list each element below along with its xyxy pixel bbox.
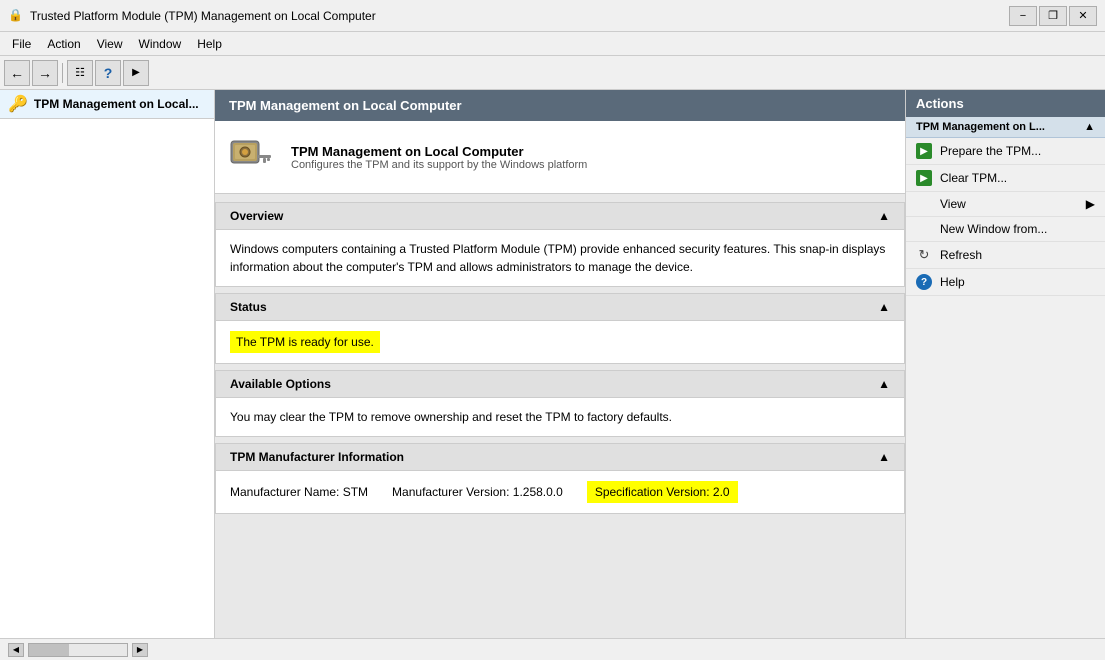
- section-overview: Overview ▲ Windows computers containing …: [215, 202, 905, 287]
- restore-button[interactable]: ❐: [1039, 6, 1067, 26]
- content-title-text: TPM Management on Local Computer Configu…: [291, 144, 587, 171]
- help-label: Help: [940, 275, 965, 289]
- options-collapse-icon: ▲: [878, 377, 890, 391]
- section-manufacturer-info: TPM Manufacturer Information ▲ Manufactu…: [215, 443, 905, 514]
- actions-subheader[interactable]: TPM Management on L... ▲: [906, 117, 1105, 138]
- menu-window[interactable]: Window: [131, 35, 190, 53]
- main-layout: 🔑 TPM Management on Local... TPM Managem…: [0, 90, 1105, 638]
- horizontal-scrollbar[interactable]: ◀ ▶: [8, 643, 148, 657]
- new-window-label: New Window from...: [940, 222, 1047, 236]
- help-icon: ?: [916, 274, 932, 290]
- title-bar: 🔒 Trusted Platform Module (TPM) Manageme…: [0, 0, 1105, 32]
- view-arrow: ▶: [1086, 197, 1095, 211]
- actions-header: Actions: [906, 90, 1105, 117]
- minimize-button[interactable]: −: [1009, 6, 1037, 26]
- toolbar-separator: [62, 63, 63, 83]
- scroll-track[interactable]: [28, 643, 128, 657]
- prepare-tpm-label: Prepare the TPM...: [940, 144, 1041, 158]
- clear-tpm-label: Clear TPM...: [940, 171, 1007, 185]
- overview-collapse-icon: ▲: [878, 209, 890, 223]
- scroll-thumb: [29, 644, 69, 656]
- manufacturer-info-header[interactable]: TPM Manufacturer Information ▲: [216, 444, 904, 471]
- status-collapse-icon: ▲: [878, 300, 890, 314]
- menu-file[interactable]: File: [4, 35, 39, 53]
- view-label: View: [940, 197, 966, 211]
- action-help[interactable]: ? Help: [906, 269, 1105, 296]
- content-header: TPM Management on Local Computer: [215, 90, 905, 121]
- view-row: View ▶: [940, 197, 1095, 211]
- content-title-block: TPM Management on Local Computer Configu…: [215, 121, 905, 194]
- actions-panel: Actions TPM Management on L... ▲ ▶ Prepa…: [905, 90, 1105, 638]
- menu-action[interactable]: Action: [39, 35, 88, 53]
- scroll-left-button[interactable]: ◀: [8, 643, 24, 657]
- section-available-options: Available Options ▲ You may clear the TP…: [215, 370, 905, 437]
- refresh-label: Refresh: [940, 248, 982, 262]
- title-bar-controls: − ❐ ✕: [1009, 6, 1097, 26]
- forward-button[interactable]: →: [32, 60, 58, 86]
- manufacturer-info-body: Manufacturer Name: STM Manufacturer Vers…: [216, 471, 904, 513]
- manufacturer-row: Manufacturer Name: STM Manufacturer Vers…: [230, 481, 890, 503]
- clear-tpm-icon: ▶: [916, 170, 932, 186]
- tpm-icon-svg: [229, 133, 277, 181]
- scroll-right-button[interactable]: ▶: [132, 643, 148, 657]
- menu-help[interactable]: Help: [189, 35, 230, 53]
- prepare-tpm-icon: ▶: [916, 143, 932, 159]
- sidebar-item-label: TPM Management on Local...: [34, 97, 199, 111]
- properties-button[interactable]: ▶: [123, 60, 149, 86]
- available-options-header[interactable]: Available Options ▲: [216, 371, 904, 398]
- show-hide-button[interactable]: ☷: [67, 60, 93, 86]
- sub-title: Configures the TPM and its support by th…: [291, 159, 587, 171]
- manufacturer-version: Manufacturer Version: 1.258.0.0: [392, 483, 563, 501]
- available-options-body: You may clear the TPM to remove ownershi…: [216, 398, 904, 436]
- manufacturer-name: Manufacturer Name: STM: [230, 483, 368, 501]
- status-text: The TPM is ready for use.: [230, 331, 380, 353]
- section-status: Status ▲ The TPM is ready for use.: [215, 293, 905, 364]
- main-title: TPM Management on Local Computer: [291, 144, 587, 159]
- actions-subheader-arrow: ▲: [1084, 121, 1095, 133]
- action-prepare-tpm[interactable]: ▶ Prepare the TPM...: [906, 138, 1105, 165]
- status-body: The TPM is ready for use.: [216, 321, 904, 363]
- menu-view[interactable]: View: [89, 35, 131, 53]
- sidebar-item-tpm[interactable]: 🔑 TPM Management on Local...: [0, 90, 214, 119]
- tpm-sidebar-icon: 🔑: [8, 94, 28, 114]
- title-bar-text: Trusted Platform Module (TPM) Management…: [30, 9, 376, 23]
- sidebar: 🔑 TPM Management on Local...: [0, 90, 215, 638]
- help-toolbar-button[interactable]: ?: [95, 60, 121, 86]
- tpm-icon: [229, 133, 277, 181]
- app-icon: 🔒: [8, 8, 24, 24]
- close-button[interactable]: ✕: [1069, 6, 1097, 26]
- status-header[interactable]: Status ▲: [216, 294, 904, 321]
- action-refresh[interactable]: ↻ Refresh: [906, 242, 1105, 269]
- content-area: TPM Management on Local Computer TPM Man…: [215, 90, 905, 638]
- spec-version: Specification Version: 2.0: [587, 481, 738, 503]
- action-new-window[interactable]: New Window from...: [906, 217, 1105, 242]
- overview-body: Windows computers containing a Trusted P…: [216, 230, 904, 286]
- action-clear-tpm[interactable]: ▶ Clear TPM...: [906, 165, 1105, 192]
- status-bar: ◀ ▶: [0, 638, 1105, 660]
- action-view[interactable]: View ▶: [906, 192, 1105, 217]
- menu-bar: File Action View Window Help: [0, 32, 1105, 56]
- back-button[interactable]: ←: [4, 60, 30, 86]
- toolbar: ← → ☷ ? ▶: [0, 56, 1105, 90]
- manufacturer-collapse-icon: ▲: [878, 450, 890, 464]
- refresh-icon: ↻: [916, 247, 932, 263]
- overview-header[interactable]: Overview ▲: [216, 203, 904, 230]
